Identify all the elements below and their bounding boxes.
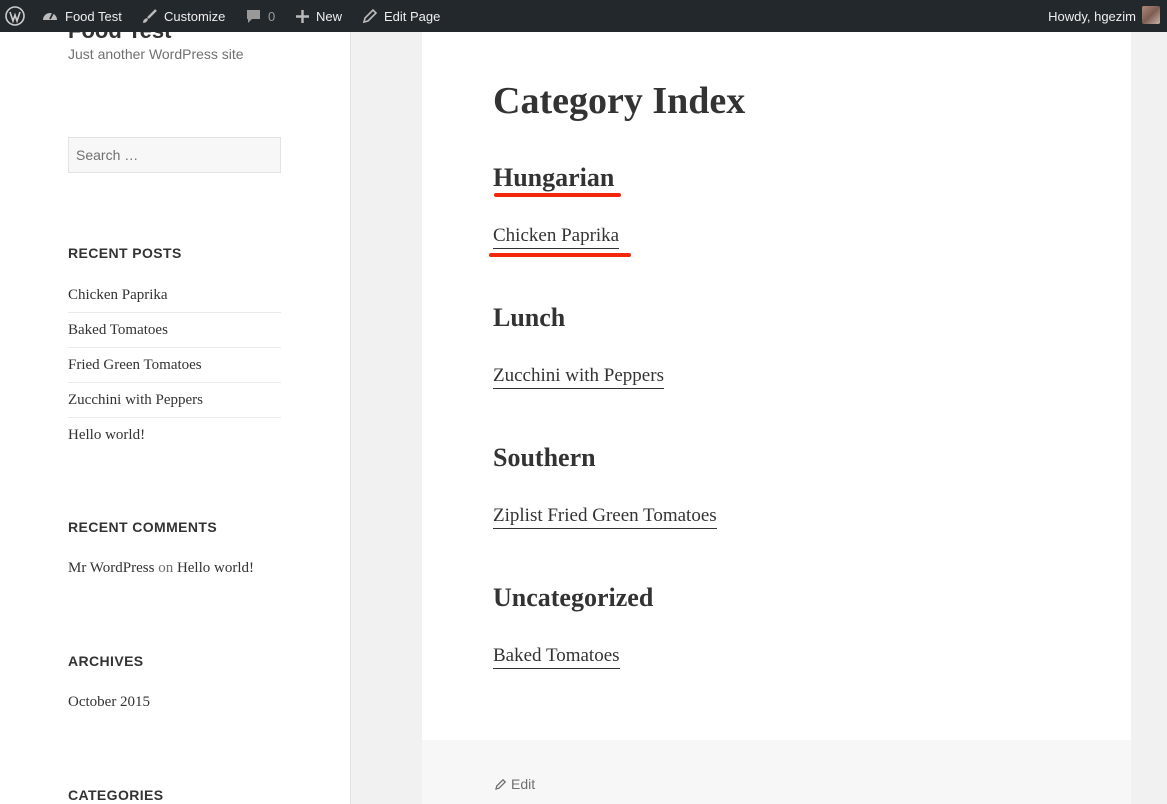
comment-author-link[interactable]: Mr WordPress xyxy=(68,560,154,576)
recent-post-item[interactable]: Zucchini with Peppers xyxy=(68,382,281,417)
edit-link[interactable]: Edit xyxy=(495,776,535,792)
dashboard-icon xyxy=(43,12,57,20)
recent-posts-list: Chicken Paprika Baked Tomatoes Fried Gre… xyxy=(68,278,281,452)
recent-post-item[interactable]: Hello world! xyxy=(68,417,281,452)
customize-label: Customize xyxy=(164,8,226,24)
post-link[interactable]: Ziplist Fried Green Tomatoes xyxy=(493,505,717,529)
category-heading-uncategorized: Uncategorized xyxy=(493,583,654,612)
site-tagline: Just another WordPress site xyxy=(68,46,244,62)
comment-on-text: on xyxy=(158,560,174,576)
recent-comment-item: Mr WordPress on Hello world! xyxy=(68,560,254,577)
search-input[interactable] xyxy=(68,137,281,173)
site-title[interactable]: Food Test xyxy=(68,32,171,44)
customize-link[interactable]: Customize xyxy=(141,0,225,32)
category-heading-hungarian: Hungarian xyxy=(493,163,615,192)
site-name-link[interactable]: Food Test xyxy=(41,0,122,32)
categories-title: CATEGORIES xyxy=(68,787,164,803)
howdy-label: Howdy, hgezim xyxy=(1048,8,1136,24)
recent-post-item[interactable]: Fried Green Tomatoes xyxy=(68,347,281,382)
admin-bar: Food Test Customize 0 New Edit Page Howd… xyxy=(0,0,1167,32)
red-underline-annotation xyxy=(494,193,621,197)
edit-page-link[interactable]: Edit Page xyxy=(362,0,440,32)
pencil-icon xyxy=(495,778,507,790)
category-heading-southern: Southern xyxy=(493,443,596,472)
comments-count: 0 xyxy=(268,8,276,24)
comment-post-link[interactable]: Hello world! xyxy=(177,560,254,576)
comment-bubble-icon xyxy=(247,9,260,23)
recent-post-item[interactable]: Chicken Paprika xyxy=(68,278,281,312)
edit-label: Edit xyxy=(511,776,536,792)
post-link[interactable]: Chicken Paprika xyxy=(493,225,620,249)
new-link[interactable]: New xyxy=(295,0,342,32)
recent-post-item[interactable]: Baked Tomatoes xyxy=(68,312,281,347)
page-content: Category Index Hungarian Chicken Paprika… xyxy=(422,32,1131,740)
avatar[interactable] xyxy=(1142,6,1160,24)
archive-item[interactable]: October 2015 xyxy=(68,694,150,711)
wordpress-logo-icon[interactable] xyxy=(5,0,25,32)
my-account-link[interactable]: Howdy, hgezim xyxy=(1048,0,1136,32)
comments-link[interactable]: 0 xyxy=(245,0,275,32)
category-heading-lunch: Lunch xyxy=(493,303,566,332)
recent-posts-title: RECENT POSTS xyxy=(68,245,182,261)
post-link[interactable]: Baked Tomatoes xyxy=(493,645,620,669)
archives-title: ARCHIVES xyxy=(68,653,144,669)
sidebar: Food Test Just another WordPress site RE… xyxy=(0,32,351,804)
paintbrush-icon xyxy=(143,8,157,23)
page-title: Category Index xyxy=(493,80,746,122)
entry-footer: Edit xyxy=(422,740,1131,804)
pencil-icon xyxy=(362,8,378,24)
new-label: New xyxy=(316,8,343,24)
post-link[interactable]: Zucchini with Peppers xyxy=(493,365,664,389)
red-underline-annotation xyxy=(489,253,631,257)
edit-page-label: Edit Page xyxy=(384,8,441,24)
site-name-label: Food Test xyxy=(65,8,122,24)
recent-comments-title: RECENT COMMENTS xyxy=(68,519,218,535)
plus-icon xyxy=(296,9,309,23)
